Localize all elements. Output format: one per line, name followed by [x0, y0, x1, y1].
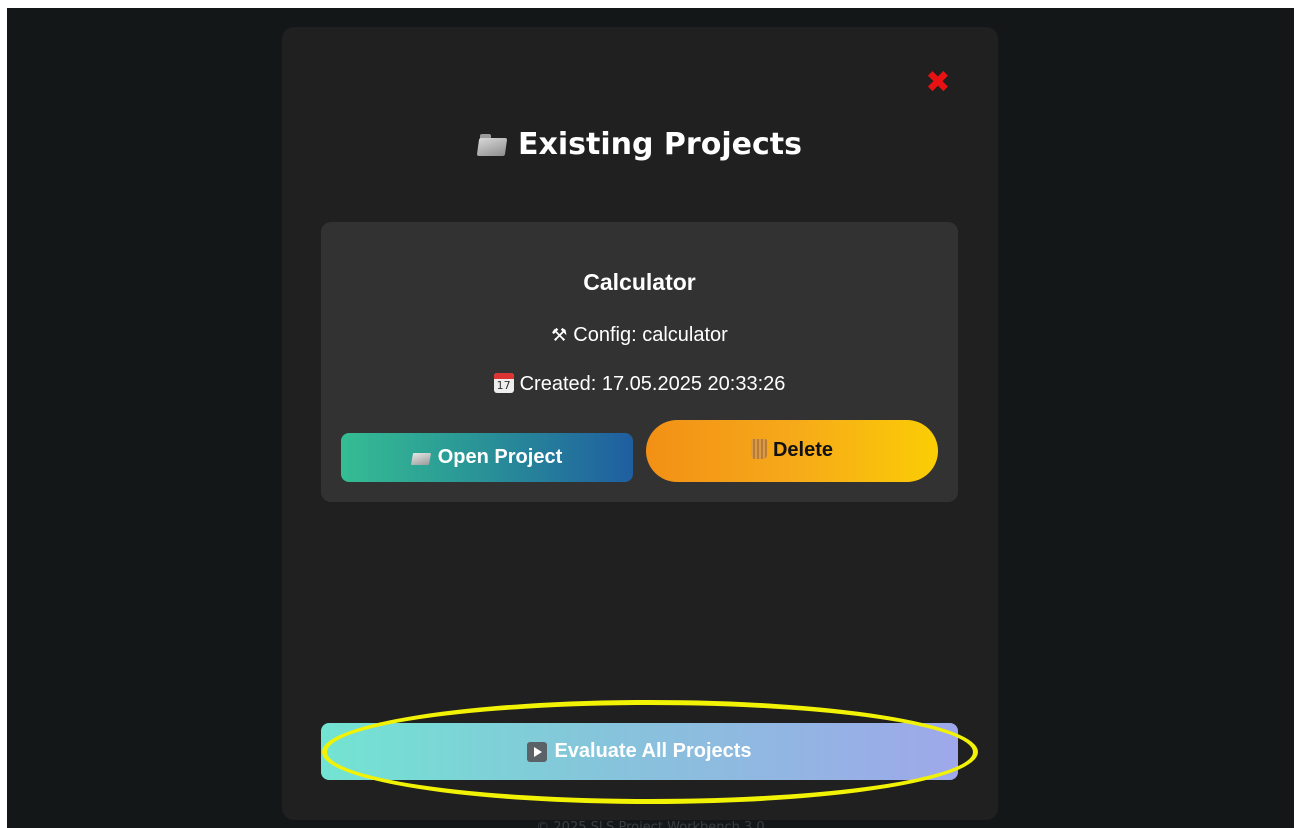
wastebasket-icon [750, 439, 767, 459]
project-card: Calculator ⚒ Config: calculator 17 Created… [321, 222, 958, 502]
folder-icon [410, 451, 431, 465]
modal-title-text: Existing Projects [518, 127, 802, 162]
modal-title: Existing Projects [282, 127, 998, 162]
open-project-button[interactable]: Open Project [341, 433, 633, 482]
delete-label: Delete [772, 439, 834, 461]
calendar-icon: 17 [493, 373, 514, 393]
existing-projects-modal: ✖ Existing Projects Calculator ⚒ Config: … [282, 27, 998, 820]
page-footer: © 2025 SLS Project Workbench 3.0 [536, 820, 765, 828]
delete-project-button[interactable]: Delete [646, 420, 938, 482]
project-created: 17 Created: 17.05.2025 20:33:26 [321, 373, 958, 396]
close-button[interactable]: ✖ [925, 65, 951, 101]
evaluate-all-button[interactable]: Evaluate All Projects [321, 723, 958, 780]
tools-icon: ⚒ [551, 325, 568, 345]
play-icon [527, 741, 548, 762]
project-config: ⚒ Config: calculator [321, 324, 958, 347]
folder-icon [476, 134, 508, 156]
project-created-text: Created: 17.05.2025 20:33:26 [519, 373, 786, 395]
project-config-text: Config: calculator [573, 324, 728, 346]
project-name: Calculator [583, 269, 696, 295]
open-project-label: Open Project [437, 446, 563, 468]
evaluate-all-label: Evaluate All Projects [554, 740, 752, 762]
